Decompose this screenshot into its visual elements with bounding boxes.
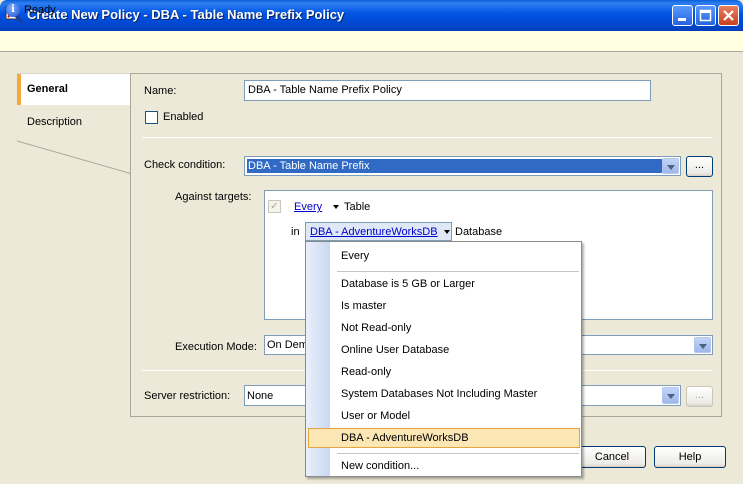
name-label: Name:	[144, 85, 177, 97]
minimize-icon	[678, 18, 686, 21]
name-input[interactable]: DBA - Table Name Prefix Policy	[244, 80, 651, 101]
menu-separator	[337, 453, 579, 454]
database-condition-selector[interactable]: DBA - AdventureWorksDB	[305, 222, 452, 241]
execution-mode-label: Execution Mode:	[175, 341, 257, 353]
menu-item-not-read-only[interactable]: Not Read-only	[341, 322, 411, 334]
menu-item-user-or-model[interactable]: User or Model	[341, 410, 410, 422]
close-icon	[723, 10, 734, 21]
every-dropdown-icon[interactable]	[333, 205, 339, 209]
against-targets-label: Against targets:	[175, 191, 252, 203]
cancel-button[interactable]: Cancel	[578, 446, 646, 468]
help-button[interactable]: Help	[654, 446, 726, 468]
chevron-down-icon[interactable]	[662, 387, 679, 404]
enabled-label: Enabled	[163, 111, 204, 123]
maximize-button[interactable]	[695, 5, 716, 26]
check-condition-combo[interactable]: DBA - Table Name Prefix	[244, 156, 681, 176]
tab-general[interactable]: General	[17, 73, 135, 105]
info-icon: i	[6, 3, 20, 17]
maximize-icon	[699, 9, 712, 22]
divider	[142, 137, 712, 138]
menu-item-dba-adventureworksdb[interactable]: DBA - AdventureWorksDB	[341, 432, 469, 444]
server-restriction-browse-button: ...	[686, 386, 713, 407]
window-title: Create New Policy - DBA - Table Name Pre…	[27, 7, 345, 22]
every-link[interactable]: Every	[294, 201, 322, 213]
chevron-down-icon[interactable]	[662, 158, 679, 174]
minimize-button[interactable]	[672, 5, 693, 26]
menu-item-new-condition[interactable]: New condition...	[341, 460, 419, 472]
close-button[interactable]	[718, 5, 739, 26]
tab-general-label: General	[27, 83, 68, 95]
check-condition-label: Check condition:	[144, 159, 226, 171]
chevron-down-icon[interactable]	[444, 230, 450, 234]
targets-checkbox: ✓	[268, 200, 281, 213]
status-bar	[0, 31, 743, 52]
menu-item-online-user-database[interactable]: Online User Database	[341, 344, 449, 356]
status-text: Ready	[24, 4, 56, 16]
menu-item-is-master[interactable]: Is master	[341, 300, 386, 312]
menu-item-system-databases[interactable]: System Databases Not Including Master	[341, 388, 537, 400]
menu-item-read-only[interactable]: Read-only	[341, 366, 391, 378]
enabled-checkbox[interactable]	[145, 111, 158, 124]
chevron-down-icon[interactable]	[694, 337, 711, 353]
in-label: in	[291, 226, 300, 238]
check-condition-browse-button[interactable]: ...	[686, 156, 713, 177]
tab-description-shape	[17, 140, 134, 178]
menu-item-every[interactable]: Every	[341, 250, 369, 262]
menu-separator	[337, 271, 579, 272]
condition-dropdown-menu[interactable]: Every Database is 5 GB or Larger Is mast…	[305, 241, 582, 477]
check-condition-value: DBA - Table Name Prefix	[247, 159, 662, 173]
menu-item-database-5gb[interactable]: Database is 5 GB or Larger	[341, 278, 475, 290]
server-restriction-value: None	[247, 390, 274, 402]
server-restriction-label: Server restriction:	[144, 390, 231, 402]
target-object-label: Table	[344, 201, 371, 213]
database-label: Database	[455, 226, 503, 238]
database-condition-link[interactable]: DBA - AdventureWorksDB	[310, 226, 438, 238]
